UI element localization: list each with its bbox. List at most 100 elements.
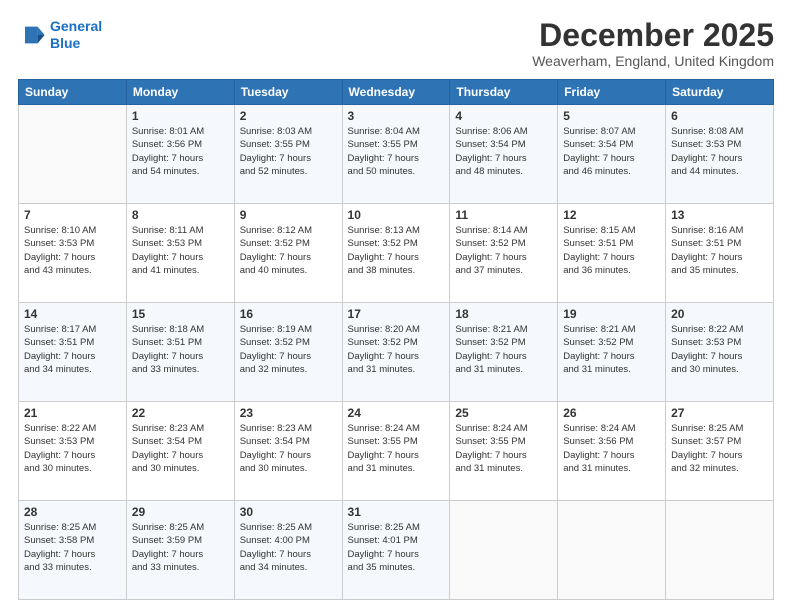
day-number: 24 bbox=[348, 406, 445, 420]
day-number: 21 bbox=[24, 406, 121, 420]
day-info: Sunrise: 8:23 AMSunset: 3:54 PMDaylight:… bbox=[132, 422, 229, 475]
day-info: Sunrise: 8:18 AMSunset: 3:51 PMDaylight:… bbox=[132, 323, 229, 376]
day-number: 25 bbox=[455, 406, 552, 420]
calendar-cell: 27 Sunrise: 8:25 AMSunset: 3:57 PMDayligh… bbox=[666, 402, 774, 501]
day-info: Sunrise: 8:25 AMSunset: 3:57 PMDaylight:… bbox=[671, 422, 768, 475]
calendar-cell: 11 Sunrise: 8:14 AMSunset: 3:52 PMDayligh… bbox=[450, 204, 558, 303]
calendar-cell: 16 Sunrise: 8:19 AMSunset: 3:52 PMDayligh… bbox=[234, 303, 342, 402]
day-info: Sunrise: 8:14 AMSunset: 3:52 PMDaylight:… bbox=[455, 224, 552, 277]
day-info: Sunrise: 8:25 AMSunset: 4:00 PMDaylight:… bbox=[240, 521, 337, 574]
day-info: Sunrise: 8:12 AMSunset: 3:52 PMDaylight:… bbox=[240, 224, 337, 277]
calendar-table: Sunday Monday Tuesday Wednesday Thursday… bbox=[18, 79, 774, 600]
day-number: 3 bbox=[348, 109, 445, 123]
calendar-cell: 12 Sunrise: 8:15 AMSunset: 3:51 PMDayligh… bbox=[558, 204, 666, 303]
day-number: 2 bbox=[240, 109, 337, 123]
calendar-cell: 9 Sunrise: 8:12 AMSunset: 3:52 PMDaylight… bbox=[234, 204, 342, 303]
day-number: 8 bbox=[132, 208, 229, 222]
calendar-header-row: Sunday Monday Tuesday Wednesday Thursday… bbox=[19, 80, 774, 105]
calendar-cell: 15 Sunrise: 8:18 AMSunset: 3:51 PMDayligh… bbox=[126, 303, 234, 402]
day-number: 28 bbox=[24, 505, 121, 519]
day-info: Sunrise: 8:08 AMSunset: 3:53 PMDaylight:… bbox=[671, 125, 768, 178]
logo-text: General Blue bbox=[50, 18, 102, 52]
calendar-week-4: 21 Sunrise: 8:22 AMSunset: 3:53 PMDayligh… bbox=[19, 402, 774, 501]
col-friday: Friday bbox=[558, 80, 666, 105]
calendar-cell: 3Sunrise: 8:04 AMSunset: 3:55 PMDaylight… bbox=[342, 105, 450, 204]
day-info: Sunrise: 8:17 AMSunset: 3:51 PMDaylight:… bbox=[24, 323, 121, 376]
day-info: Sunrise: 8:23 AMSunset: 3:54 PMDaylight:… bbox=[240, 422, 337, 475]
calendar-cell bbox=[558, 501, 666, 600]
day-number: 19 bbox=[563, 307, 660, 321]
day-info: Sunrise: 8:22 AMSunset: 3:53 PMDaylight:… bbox=[671, 323, 768, 376]
day-number: 17 bbox=[348, 307, 445, 321]
day-info: Sunrise: 8:03 AMSunset: 3:55 PMDaylight:… bbox=[240, 125, 337, 178]
calendar-cell: 5Sunrise: 8:07 AMSunset: 3:54 PMDaylight… bbox=[558, 105, 666, 204]
day-number: 6 bbox=[671, 109, 768, 123]
calendar-cell: 8 Sunrise: 8:11 AMSunset: 3:53 PMDaylight… bbox=[126, 204, 234, 303]
calendar-cell: 20Sunrise: 8:22 AMSunset: 3:53 PMDayligh… bbox=[666, 303, 774, 402]
day-info: Sunrise: 8:24 AMSunset: 3:55 PMDaylight:… bbox=[455, 422, 552, 475]
calendar-week-5: 28 Sunrise: 8:25 AMSunset: 3:58 PMDayligh… bbox=[19, 501, 774, 600]
day-info: Sunrise: 8:13 AMSunset: 3:52 PMDaylight:… bbox=[348, 224, 445, 277]
day-info: Sunrise: 8:15 AMSunset: 3:51 PMDaylight:… bbox=[563, 224, 660, 277]
day-number: 1 bbox=[132, 109, 229, 123]
calendar-cell: 6 Sunrise: 8:08 AMSunset: 3:53 PMDaylight… bbox=[666, 105, 774, 204]
calendar-cell: 25 Sunrise: 8:24 AMSunset: 3:55 PMDayligh… bbox=[450, 402, 558, 501]
day-info: Sunrise: 8:01 AMSunset: 3:56 PMDaylight:… bbox=[132, 125, 229, 178]
day-info: Sunrise: 8:11 AMSunset: 3:53 PMDaylight:… bbox=[132, 224, 229, 277]
day-number: 23 bbox=[240, 406, 337, 420]
day-number: 4 bbox=[455, 109, 552, 123]
day-info: Sunrise: 8:07 AMSunset: 3:54 PMDaylight:… bbox=[563, 125, 660, 178]
calendar-cell: 29 Sunrise: 8:25 AMSunset: 3:59 PMDayligh… bbox=[126, 501, 234, 600]
day-info: Sunrise: 8:10 AMSunset: 3:53 PMDaylight:… bbox=[24, 224, 121, 277]
calendar-cell: 22 Sunrise: 8:23 AMSunset: 3:54 PMDayligh… bbox=[126, 402, 234, 501]
calendar-cell: 1 Sunrise: 8:01 AMSunset: 3:56 PMDaylight… bbox=[126, 105, 234, 204]
day-info: Sunrise: 8:25 AMSunset: 3:58 PMDaylight:… bbox=[24, 521, 121, 574]
day-number: 31 bbox=[348, 505, 445, 519]
calendar-cell: 4 Sunrise: 8:06 AMSunset: 3:54 PMDaylight… bbox=[450, 105, 558, 204]
header: General Blue December 2025 Weaverham, En… bbox=[18, 18, 774, 69]
day-info: Sunrise: 8:25 AMSunset: 4:01 PMDaylight:… bbox=[348, 521, 445, 574]
day-info: Sunrise: 8:16 AMSunset: 3:51 PMDaylight:… bbox=[671, 224, 768, 277]
col-tuesday: Tuesday bbox=[234, 80, 342, 105]
day-number: 16 bbox=[240, 307, 337, 321]
col-saturday: Saturday bbox=[666, 80, 774, 105]
day-info: Sunrise: 8:22 AMSunset: 3:53 PMDaylight:… bbox=[24, 422, 121, 475]
day-number: 29 bbox=[132, 505, 229, 519]
calendar-cell: 30 Sunrise: 8:25 AMSunset: 4:00 PMDayligh… bbox=[234, 501, 342, 600]
calendar-cell: 24Sunrise: 8:24 AMSunset: 3:55 PMDayligh… bbox=[342, 402, 450, 501]
calendar-cell bbox=[19, 105, 127, 204]
day-info: Sunrise: 8:21 AMSunset: 3:52 PMDaylight:… bbox=[455, 323, 552, 376]
day-info: Sunrise: 8:19 AMSunset: 3:52 PMDaylight:… bbox=[240, 323, 337, 376]
logo: General Blue bbox=[18, 18, 102, 52]
day-info: Sunrise: 8:20 AMSunset: 3:52 PMDaylight:… bbox=[348, 323, 445, 376]
calendar-cell: 17 Sunrise: 8:20 AMSunset: 3:52 PMDayligh… bbox=[342, 303, 450, 402]
page: General Blue December 2025 Weaverham, En… bbox=[0, 0, 792, 612]
calendar-cell bbox=[666, 501, 774, 600]
calendar-cell: 19Sunrise: 8:21 AMSunset: 3:52 PMDayligh… bbox=[558, 303, 666, 402]
calendar-cell: 7 Sunrise: 8:10 AMSunset: 3:53 PMDaylight… bbox=[19, 204, 127, 303]
day-number: 14 bbox=[24, 307, 121, 321]
day-number: 7 bbox=[24, 208, 121, 222]
col-sunday: Sunday bbox=[19, 80, 127, 105]
calendar-title: December 2025 bbox=[532, 18, 774, 53]
day-number: 11 bbox=[455, 208, 552, 222]
day-number: 18 bbox=[455, 307, 552, 321]
calendar-cell: 10Sunrise: 8:13 AMSunset: 3:52 PMDayligh… bbox=[342, 204, 450, 303]
col-wednesday: Wednesday bbox=[342, 80, 450, 105]
calendar-cell: 23 Sunrise: 8:23 AMSunset: 3:54 PMDayligh… bbox=[234, 402, 342, 501]
day-info: Sunrise: 8:25 AMSunset: 3:59 PMDaylight:… bbox=[132, 521, 229, 574]
logo-icon bbox=[18, 21, 46, 49]
calendar-cell: 28 Sunrise: 8:25 AMSunset: 3:58 PMDayligh… bbox=[19, 501, 127, 600]
day-number: 12 bbox=[563, 208, 660, 222]
day-number: 15 bbox=[132, 307, 229, 321]
calendar-cell: 31 Sunrise: 8:25 AMSunset: 4:01 PMDayligh… bbox=[342, 501, 450, 600]
day-number: 22 bbox=[132, 406, 229, 420]
day-number: 30 bbox=[240, 505, 337, 519]
calendar-cell: 13Sunrise: 8:16 AMSunset: 3:51 PMDayligh… bbox=[666, 204, 774, 303]
calendar-cell bbox=[450, 501, 558, 600]
day-number: 9 bbox=[240, 208, 337, 222]
title-section: December 2025 Weaverham, England, United… bbox=[532, 18, 774, 69]
day-info: Sunrise: 8:06 AMSunset: 3:54 PMDaylight:… bbox=[455, 125, 552, 178]
day-number: 27 bbox=[671, 406, 768, 420]
calendar-week-1: 1 Sunrise: 8:01 AMSunset: 3:56 PMDaylight… bbox=[19, 105, 774, 204]
